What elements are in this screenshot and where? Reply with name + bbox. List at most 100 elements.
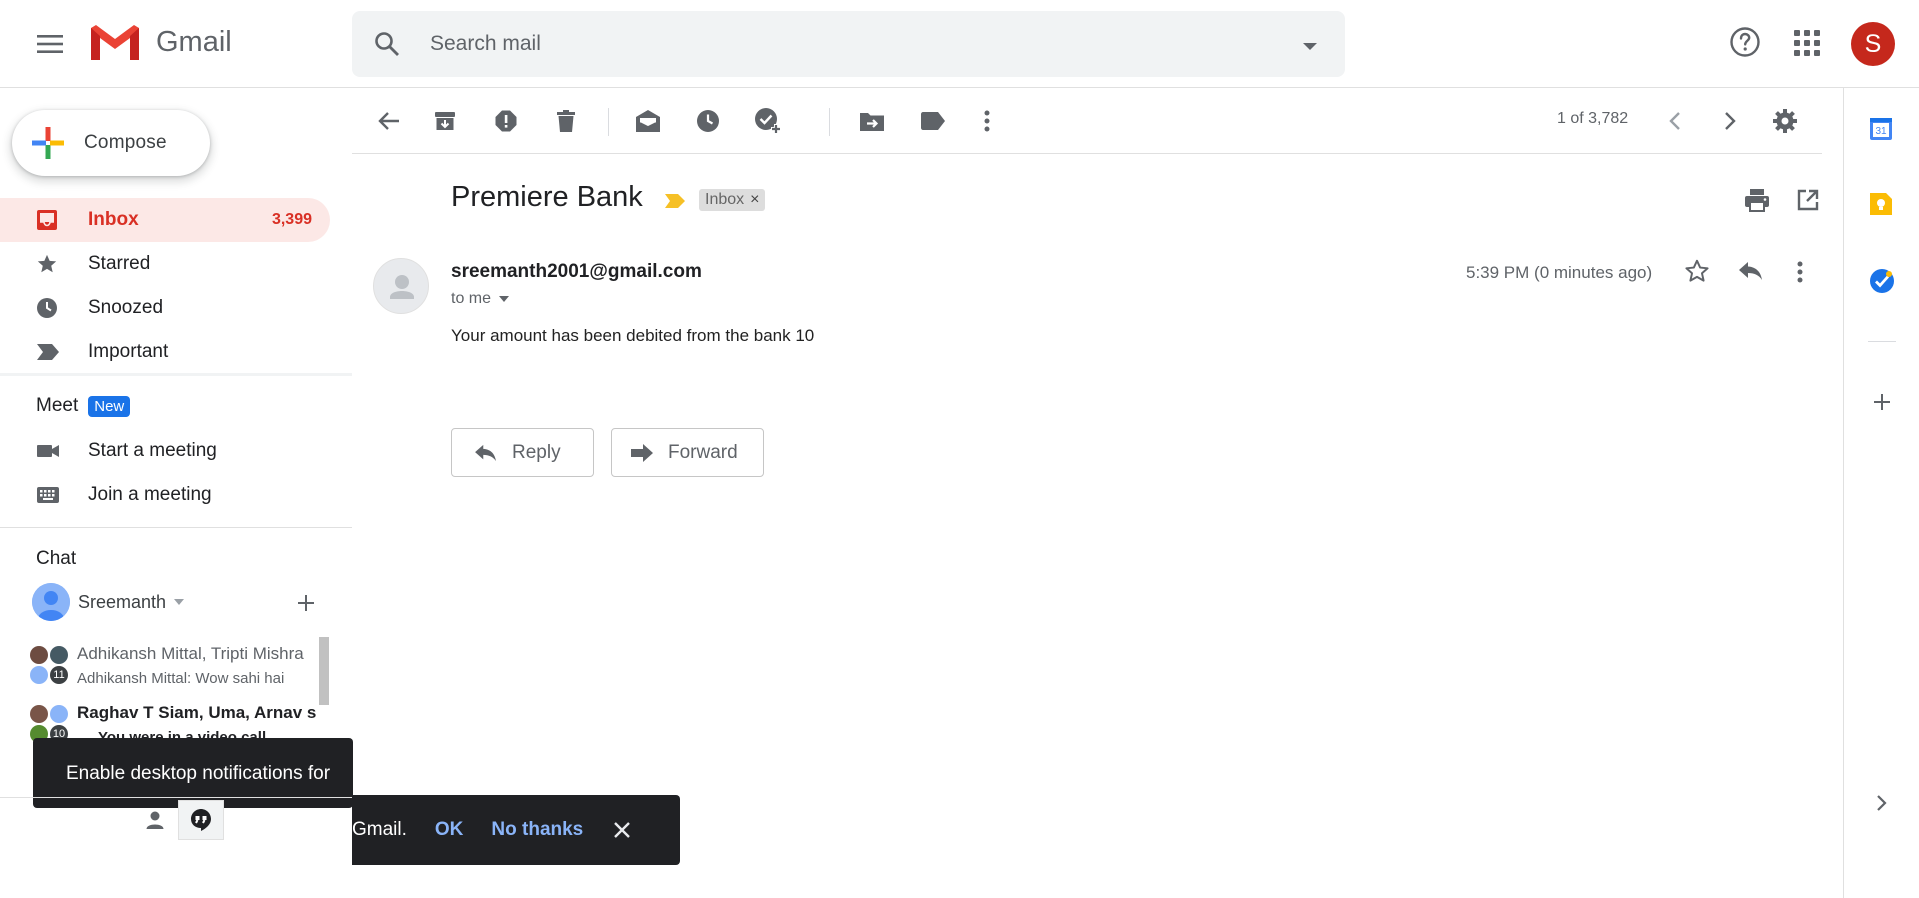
start-meeting-label: Start a meeting [88, 440, 217, 461]
contacts-tab[interactable] [132, 800, 178, 840]
hangouts-tab[interactable] [178, 800, 224, 840]
recipient-details[interactable]: to me [451, 290, 510, 308]
conversation-snippet: Adhikansh Mittal: Wow sahi hai [77, 670, 285, 687]
sidebar-item-label: Starred [88, 253, 151, 274]
google-calendar-icon[interactable]: 31 [1869, 115, 1893, 141]
account-avatar[interactable]: S [1851, 22, 1895, 66]
chevron-right-icon[interactable] [1715, 106, 1745, 136]
keyboard-icon [36, 484, 60, 506]
search-options-dropdown-icon[interactable] [1303, 43, 1317, 50]
video-camera-icon [36, 440, 60, 462]
chat-list-scrollbar[interactable] [319, 637, 329, 705]
reply-button-label: Reply [512, 441, 561, 463]
add-to-tasks-icon[interactable] [753, 106, 783, 136]
desktop-notifications-snackbar: Gmail. OK No thanks [352, 795, 680, 865]
meet-section-header: Meet New [36, 395, 131, 417]
search-icon[interactable] [374, 31, 400, 57]
sender-email[interactable]: sreemanth2001@gmail.com [451, 261, 702, 283]
chevron-left-icon[interactable] [1660, 106, 1690, 136]
sidebar-item-inbox[interactable]: Inbox 3,399 [0, 198, 330, 242]
top-header: Gmail S [0, 0, 1919, 88]
google-keep-icon[interactable] [1869, 191, 1893, 217]
expand-panel-chevron-icon[interactable] [1876, 794, 1888, 812]
inbox-label-chip: Inbox × [699, 189, 766, 211]
start-meeting-item[interactable]: Start a meeting [0, 429, 330, 473]
unread-count: 3,399 [271, 211, 312, 228]
join-meeting-item[interactable]: Join a meeting [0, 473, 330, 517]
hamburger-menu-icon [37, 34, 63, 54]
reply-arrow-icon[interactable] [1738, 260, 1764, 282]
email-subject: Premiere Bank [451, 181, 643, 213]
more-options-icon[interactable] [972, 106, 1002, 136]
google-tasks-icon[interactable] [1869, 268, 1895, 294]
inbox-icon [36, 209, 58, 231]
gmail-logo[interactable]: Gmail [88, 22, 232, 62]
sidebar-item-label: Inbox [88, 209, 139, 230]
sidebar-item-label: Important [88, 341, 169, 362]
report-spam-icon[interactable] [491, 106, 521, 136]
trash-icon[interactable] [551, 106, 581, 136]
svg-text:31: 31 [1875, 126, 1887, 137]
mark-unread-icon[interactable] [633, 106, 663, 136]
move-to-folder-icon[interactable] [857, 106, 887, 136]
snackbar-ok-button[interactable]: OK [435, 819, 464, 841]
label-tag-icon[interactable] [918, 106, 948, 136]
search-input[interactable] [430, 27, 1250, 61]
close-icon[interactable] [613, 821, 631, 839]
chat-conversation[interactable]: 11 Adhikansh Mittal, Tripti Mishra Adhik… [30, 638, 320, 694]
star-icon [36, 253, 58, 275]
print-icon[interactable] [1744, 188, 1770, 212]
conversation-title: Adhikansh Mittal, Tripti Mishra [77, 644, 304, 663]
message-toolbar: 1 of 3,782 [352, 88, 1822, 154]
get-add-ons-plus-icon[interactable] [1873, 393, 1891, 411]
remove-label-close-icon[interactable]: × [750, 191, 759, 209]
forward-button[interactable]: Forward [611, 428, 764, 477]
show-details-caret-icon[interactable] [499, 296, 510, 302]
google-apps-icon[interactable] [1794, 30, 1820, 56]
help-icon[interactable] [1729, 26, 1761, 58]
side-panel: 31 [1843, 88, 1919, 898]
toolbar-separator [608, 108, 609, 136]
forward-button-label: Forward [668, 441, 738, 463]
gmail-m-icon [88, 22, 142, 62]
important-icon [36, 341, 60, 363]
snackbar-no-thanks-button[interactable]: No thanks [491, 819, 583, 841]
conversation-title: Raghav T Siam, Uma, Arnav si [77, 703, 317, 722]
person-icon [145, 810, 165, 830]
settings-gear-icon[interactable] [1770, 106, 1800, 136]
compose-label: Compose [84, 132, 167, 153]
chat-user-name: Sreemanth [78, 591, 167, 612]
compose-button[interactable]: Compose [12, 110, 210, 176]
member-count-badge: 11 [50, 666, 68, 684]
snooze-clock-icon[interactable] [693, 106, 723, 136]
sidebar-item-label: Snoozed [88, 297, 164, 318]
gmail-wordmark: Gmail [156, 25, 232, 58]
open-in-new-window-icon[interactable] [1796, 188, 1820, 212]
sidebar-divider [0, 373, 352, 376]
sidebar-item-important[interactable]: Important [0, 330, 330, 374]
sidebar-item-snoozed[interactable]: Snoozed [0, 286, 330, 330]
important-marker-icon[interactable] [664, 193, 686, 209]
more-vertical-icon[interactable] [1796, 260, 1804, 284]
star-outline-icon[interactable] [1684, 258, 1710, 284]
main-menu-button[interactable] [30, 24, 70, 64]
join-meeting-label: Join a meeting [88, 484, 212, 505]
group-avatar: 11 [30, 646, 70, 686]
sidebar-item-starred[interactable]: Starred [0, 242, 330, 286]
email-timestamp: 5:39 PM (0 minutes ago) [1466, 263, 1653, 282]
new-chat-plus-icon[interactable] [296, 593, 316, 613]
search-bar[interactable] [352, 11, 1345, 77]
snackbar-message: Gmail. [352, 819, 407, 840]
sender-avatar [373, 258, 429, 314]
chat-status-selector[interactable]: Sreemanth [32, 583, 185, 621]
back-arrow-icon[interactable] [374, 106, 404, 136]
compose-plus-icon [30, 125, 66, 161]
hangouts-quote-icon [190, 808, 212, 832]
recipient-label: to me [451, 290, 492, 307]
reply-button[interactable]: Reply [451, 428, 594, 477]
sidebar-bottom-bar [132, 800, 224, 840]
archive-icon[interactable] [430, 106, 460, 136]
meet-title: Meet [36, 395, 79, 416]
label-chip-text: Inbox [705, 191, 745, 208]
chat-conversation[interactable]: 10 Raghav T Siam, Uma, Arnav si You were… [30, 697, 320, 743]
